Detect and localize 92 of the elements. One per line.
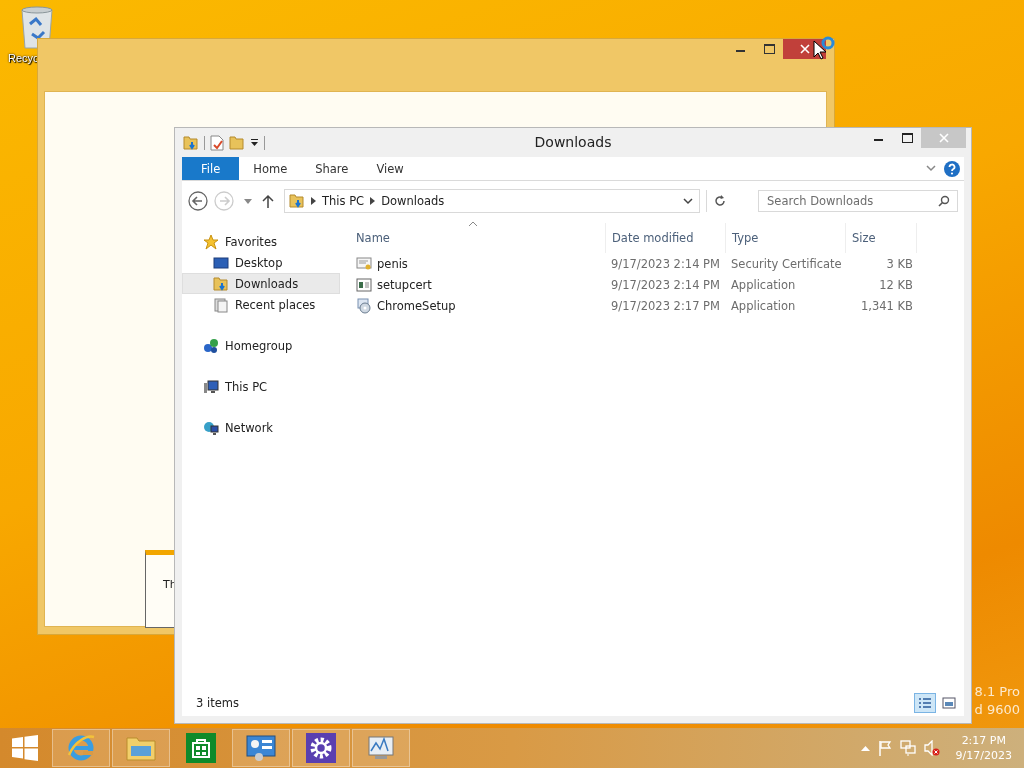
nav-item[interactable]: Downloads bbox=[182, 273, 340, 294]
nav-label: Network bbox=[225, 420, 274, 435]
close-icon bbox=[938, 133, 949, 143]
monitor-icon bbox=[213, 254, 229, 271]
close-icon bbox=[799, 44, 810, 54]
download-folder-icon bbox=[289, 193, 305, 209]
download-folder-icon bbox=[183, 134, 199, 151]
busy-cursor-icon bbox=[812, 35, 836, 61]
speaker-muted-icon[interactable] bbox=[923, 740, 940, 756]
column-label: Type bbox=[732, 231, 759, 245]
thumbnail-view-icon bbox=[942, 697, 956, 709]
download-folder-icon bbox=[213, 275, 229, 292]
nav-item[interactable]: This PC bbox=[182, 376, 340, 397]
nav-label: This PC bbox=[225, 379, 268, 394]
file-name-cell[interactable]: penis bbox=[350, 255, 605, 272]
history-dropdown-icon[interactable] bbox=[244, 198, 252, 204]
nav-label: Downloads bbox=[235, 276, 299, 291]
nav-item[interactable]: Homegroup bbox=[182, 335, 340, 356]
version-watermark: d 9600 bbox=[974, 702, 1020, 717]
file-folder-icon bbox=[125, 734, 157, 762]
type-cell-text: Application bbox=[730, 298, 797, 313]
nav-label: Homegroup bbox=[225, 338, 293, 353]
search-icon bbox=[938, 195, 950, 207]
monitor-chart-icon bbox=[365, 734, 397, 762]
application-icon bbox=[356, 276, 372, 293]
maximize-icon bbox=[901, 133, 913, 143]
shopping-bag-icon bbox=[186, 733, 216, 763]
nav-item[interactable]: Recent places bbox=[182, 294, 340, 315]
ribbon-tab[interactable]: Home bbox=[239, 157, 302, 180]
type-cell-text: Security Certificate bbox=[730, 256, 843, 271]
file-name: ChromeSetup bbox=[377, 298, 456, 313]
search-field[interactable]: Search Downloads bbox=[758, 190, 958, 212]
ribbon-tab[interactable]: View bbox=[362, 157, 418, 180]
taskbar-app-button[interactable] bbox=[232, 729, 290, 767]
column-label: Size bbox=[852, 231, 876, 245]
windows-logo-icon bbox=[12, 735, 38, 761]
computer-icon bbox=[203, 378, 219, 395]
settings-icon bbox=[306, 733, 336, 763]
network-nodes-icon bbox=[203, 337, 219, 354]
nav-label: Desktop bbox=[235, 255, 283, 270]
address-dropdown-icon[interactable] bbox=[683, 197, 693, 205]
star-icon bbox=[203, 233, 219, 250]
taskbar-app-button[interactable] bbox=[292, 729, 350, 767]
column-label: Date modified bbox=[612, 231, 694, 245]
type-cell-text: Application bbox=[730, 277, 797, 292]
ribbon-tab[interactable]: Share bbox=[301, 157, 363, 180]
nav-item[interactable]: Favorites bbox=[182, 231, 340, 252]
breadcrumb-item[interactable]: This PC bbox=[322, 194, 365, 208]
view-button[interactable] bbox=[914, 693, 936, 713]
refresh-icon bbox=[713, 195, 726, 207]
back-button[interactable] bbox=[188, 191, 208, 211]
version-watermark: 8.1 Pro bbox=[974, 684, 1020, 699]
size-cell-text: 1,341 KB bbox=[860, 298, 914, 313]
column-label: Name bbox=[356, 231, 390, 245]
breadcrumb-arrow-icon[interactable] bbox=[311, 197, 316, 205]
file-name-cell[interactable]: ChromeSetup bbox=[350, 297, 605, 314]
globe-monitor-icon bbox=[203, 419, 219, 436]
size-cell-text: 12 KB bbox=[878, 277, 914, 292]
nav-item[interactable]: Desktop bbox=[182, 252, 340, 273]
column-header[interactable]: Type bbox=[725, 223, 845, 253]
chevron-down-icon[interactable] bbox=[926, 165, 936, 172]
breadcrumb-item[interactable]: Downloads bbox=[381, 194, 445, 208]
column-header[interactable]: Date modified bbox=[605, 223, 725, 253]
file-name: penis bbox=[377, 256, 408, 271]
column-header[interactable]: Name bbox=[350, 223, 605, 253]
item-count: 3 items bbox=[196, 696, 239, 710]
maximize-icon bbox=[763, 44, 775, 54]
nav-label: Recent places bbox=[235, 297, 316, 312]
window-title: Downloads bbox=[534, 134, 612, 150]
document-stack-icon bbox=[213, 296, 229, 313]
date-cell-text: 9/17/2023 2:14 PM bbox=[610, 277, 721, 292]
nav-label: Favorites bbox=[225, 234, 277, 249]
file-name: setupcert bbox=[377, 277, 432, 292]
date-cell-text: 9/17/2023 2:14 PM bbox=[610, 256, 721, 271]
column-header[interactable]: Size bbox=[845, 223, 917, 253]
control-panel-icon bbox=[245, 734, 277, 762]
address-bar[interactable]: This PC Downloads bbox=[284, 189, 700, 213]
date-cell-text: 9/17/2023 2:17 PM bbox=[610, 298, 721, 313]
installer-disc-icon bbox=[356, 297, 372, 314]
desktop-icon-label: Recyc bbox=[8, 52, 39, 64]
size-cell-text: 3 KB bbox=[885, 256, 914, 271]
browser-e-icon bbox=[66, 733, 96, 763]
up-arrow-icon[interactable] bbox=[262, 194, 274, 208]
breadcrumb-arrow-icon[interactable] bbox=[370, 197, 376, 205]
file-menu-tab[interactable]: File bbox=[182, 157, 240, 180]
nav-item[interactable]: Network bbox=[182, 417, 340, 438]
properties-icon[interactable] bbox=[210, 134, 224, 151]
help-icon[interactable] bbox=[944, 160, 960, 177]
certificate-icon bbox=[356, 255, 372, 272]
details-view-icon bbox=[918, 697, 932, 709]
file-name-cell[interactable]: setupcert bbox=[350, 276, 605, 293]
dropdown-arrow-icon[interactable] bbox=[250, 138, 259, 147]
